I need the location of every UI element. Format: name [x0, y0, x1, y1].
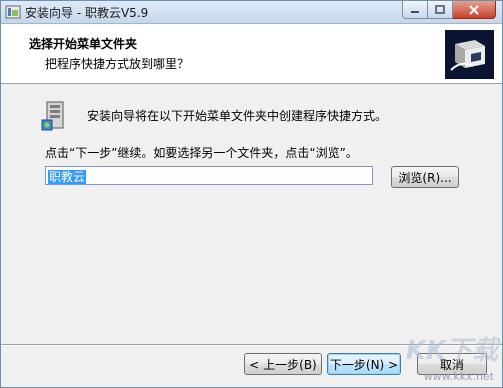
window-controls [402, 1, 496, 19]
browse-button[interactable]: 浏览(R)... [391, 166, 459, 188]
installer-app-icon [5, 5, 21, 19]
watermark-logo: KK下载 [405, 336, 498, 366]
page-title: 选择开始菜单文件夹 [29, 37, 138, 51]
intro-text: 安装向导将在以下开始菜单文件夹中创建程序快捷方式。 [87, 109, 388, 123]
wizard-body: 安装向导将在以下开始菜单文件夹中创建程序快捷方式。 点击“下一步”继续。如要选择… [1, 85, 502, 343]
back-button[interactable]: < 上一步(B) [244, 353, 322, 375]
maximize-icon [435, 4, 445, 14]
page-subtitle: 把程序快捷方式放到哪里？ [45, 57, 190, 71]
installer-logo [445, 30, 494, 79]
title-bar[interactable]: 安装向导 - 职教云V5.9 [1, 1, 502, 24]
maximize-button[interactable] [428, 1, 453, 19]
close-button[interactable] [453, 1, 496, 19]
close-icon [469, 4, 479, 15]
folder-name-input[interactable]: 职教云 [45, 166, 373, 185]
wizard-header: 选择开始菜单文件夹 把程序快捷方式放到哪里？ [1, 24, 502, 84]
minimize-icon [411, 10, 419, 13]
minimize-button[interactable] [402, 1, 428, 19]
watermark-url: www.kkx.net [423, 370, 494, 383]
hint-text: 点击“下一步”继续。如要选择另一个文件夹，点击“浏览”。 [45, 146, 358, 160]
installer-window: 安装向导 - 职教云V5.9 选择开始菜单文件夹 把程序快捷方式放到哪里？ 安装… [0, 0, 503, 388]
computer-box-icon [445, 30, 494, 79]
start-menu-folder-icon [41, 101, 64, 131]
next-button[interactable]: 下一步(N) > [327, 353, 401, 375]
folder-name-value: 职教云 [48, 170, 87, 184]
window-title: 安装向导 - 职教云V5.9 [25, 6, 149, 20]
